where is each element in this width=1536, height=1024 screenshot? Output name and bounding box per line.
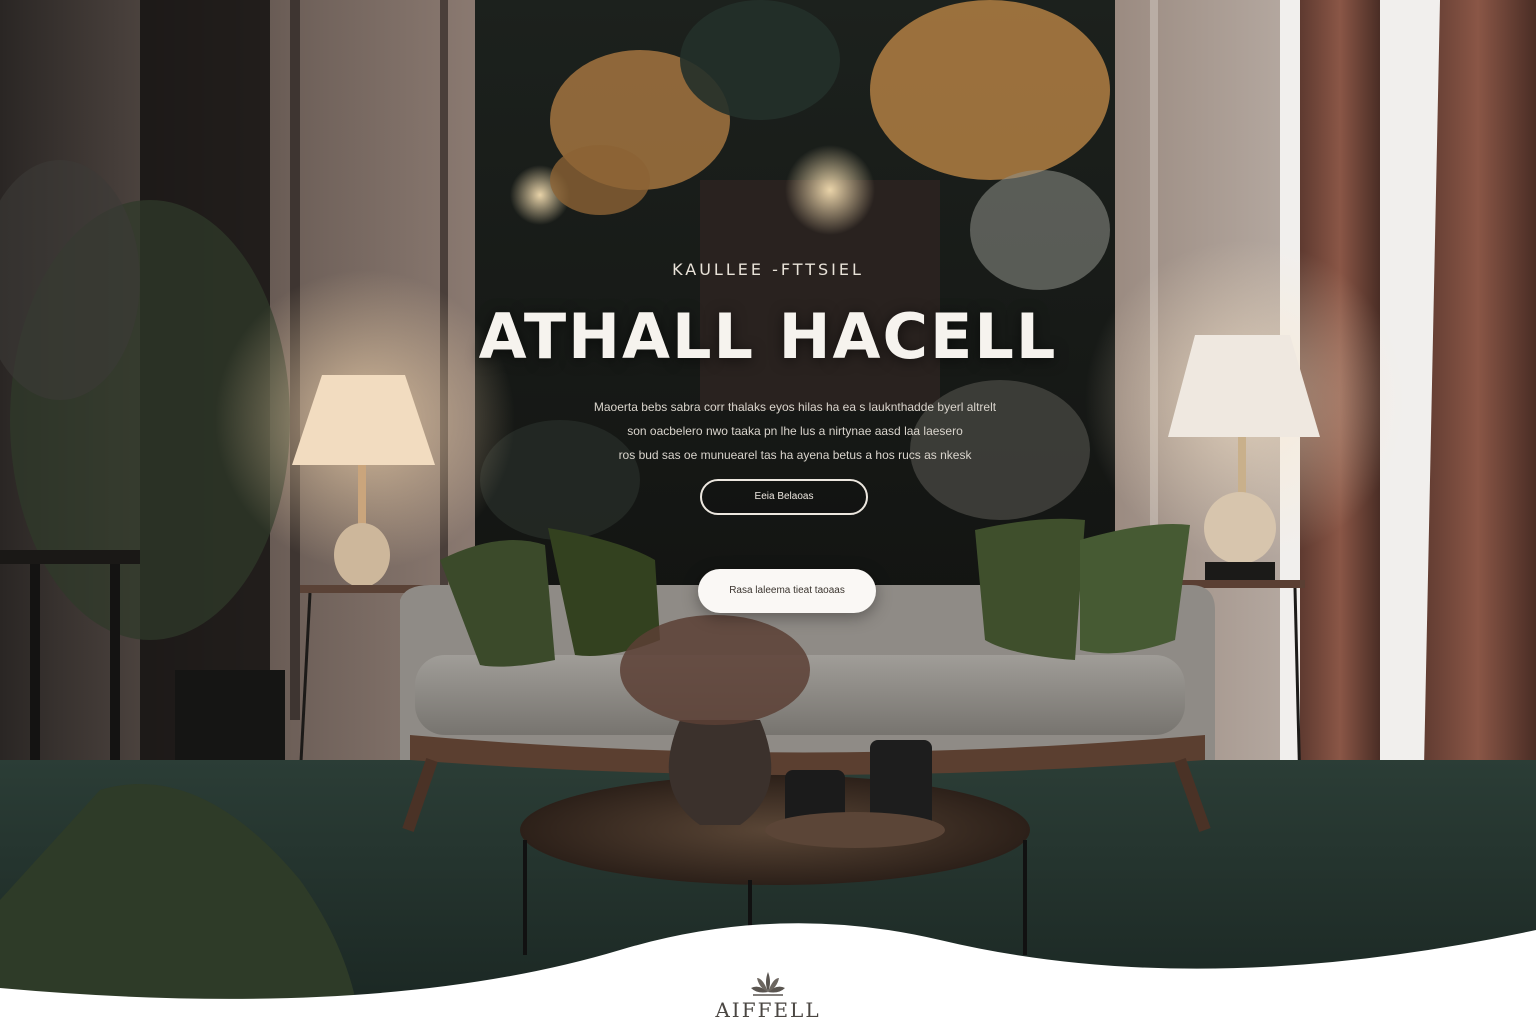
hero-description-line: Maoerta bebs sabra corr thalaks eyos hil… [593,400,997,414]
primary-cta-button[interactable]: Rasa laleema tieat taoaas [698,569,876,613]
hero-title: ATHALL HACELL [478,300,1058,373]
landing-page: KAULLEE -FTTSIEL ATHALL HACELL Maoerta b… [0,0,1536,1024]
hero-description-line: ros bud sas oe munuearel tas ha ayena be… [618,448,972,462]
hero-eyebrow: KAULLEE -FTTSIEL [672,260,864,279]
hero-section: KAULLEE -FTTSIEL ATHALL HACELL Maoerta b… [0,0,1536,640]
secondary-cta-button[interactable]: Eeia Belaoas [700,479,868,515]
brand-name[interactable]: AIFFELL [0,998,1536,1022]
hero-description-line: son oacbelero nwo taaka pn lhe lus a nir… [627,424,963,438]
lotus-icon [751,972,785,996]
